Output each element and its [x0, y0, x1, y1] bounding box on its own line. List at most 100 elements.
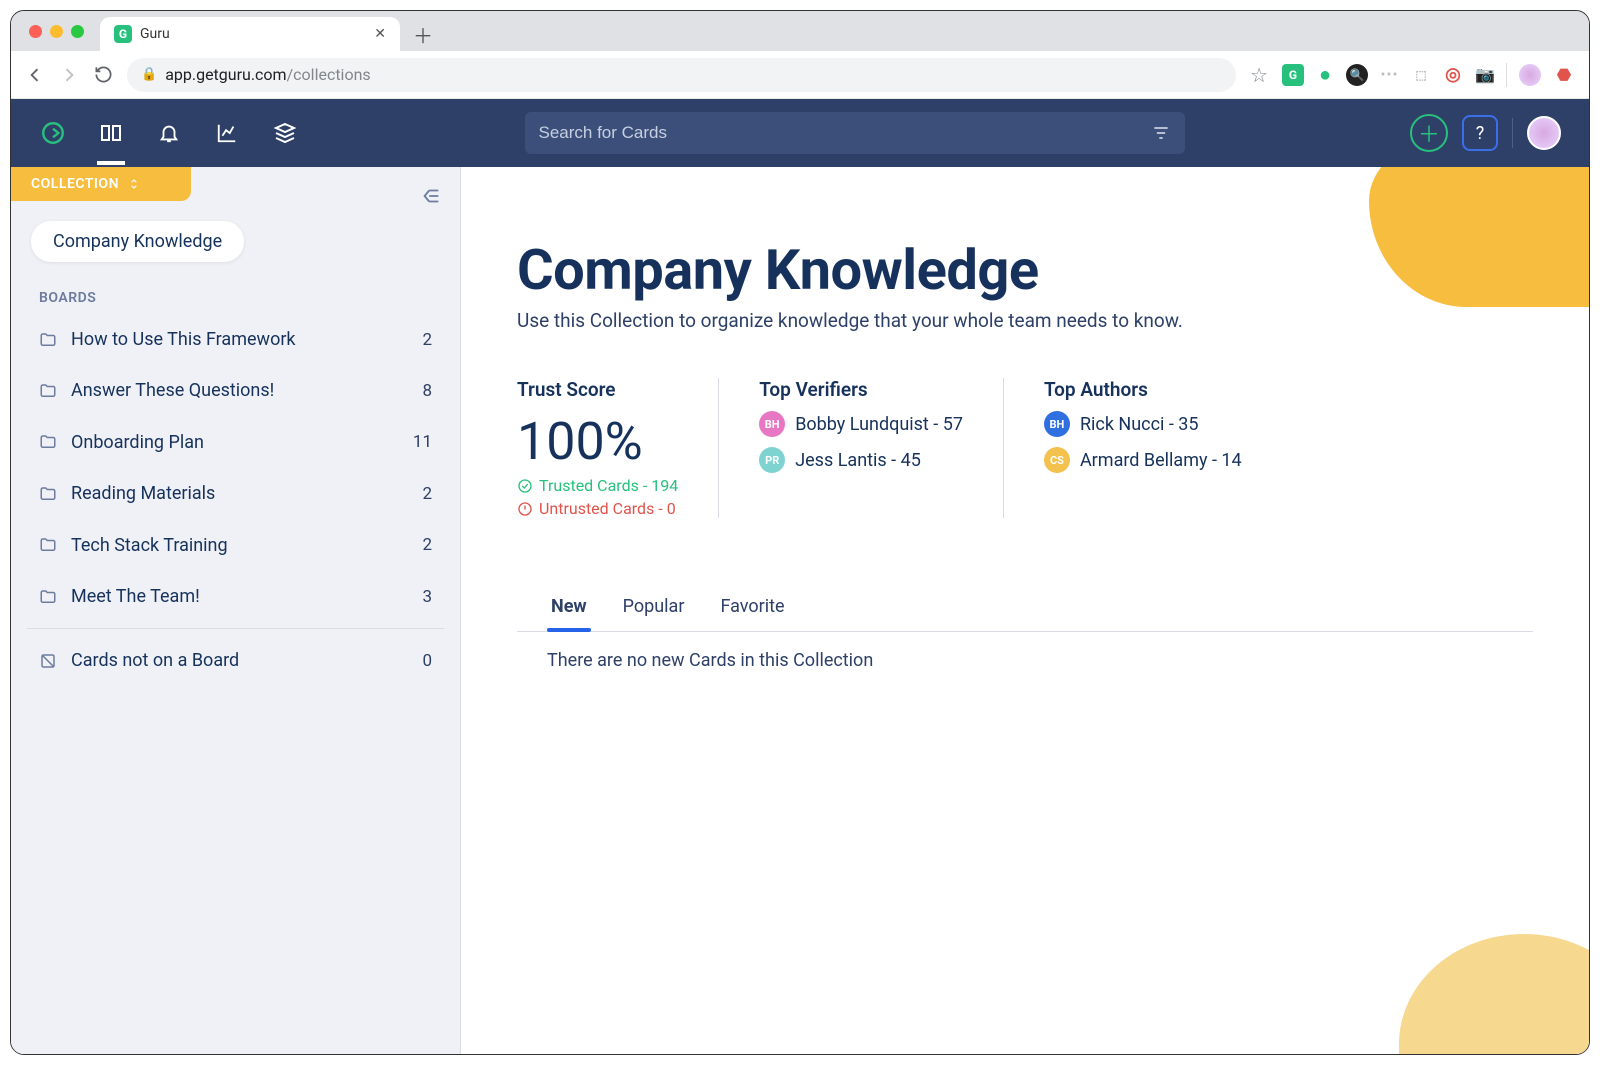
collection-pill[interactable]: Company Knowledge — [31, 221, 244, 262]
person-avatar-icon: PR — [759, 447, 785, 473]
board-label: How to Use This Framework — [71, 328, 408, 351]
board-item[interactable]: Reading Materials 2 — [27, 468, 444, 519]
new-tab-button[interactable]: ＋ — [408, 17, 438, 51]
person-avatar-icon: BH — [1044, 411, 1070, 437]
board-label: Reading Materials — [71, 482, 408, 505]
folder-icon — [39, 331, 57, 349]
untrusted-cards-line: Untrusted Cards - 0 — [517, 499, 678, 518]
ext-shape-icon[interactable]: ⬚ — [1410, 64, 1432, 86]
tab-close-icon[interactable]: ✕ — [374, 26, 386, 42]
bookmark-star-icon[interactable]: ☆ — [1250, 63, 1268, 87]
board-label: Cards not on a Board — [71, 649, 408, 672]
main-panel: Company Knowledge Use this Collection to… — [461, 167, 1589, 1054]
nav-stacks[interactable] — [271, 119, 299, 147]
board-item[interactable]: Meet The Team! 3 — [27, 571, 444, 622]
search-box[interactable] — [525, 112, 1185, 154]
board-count: 8 — [422, 381, 432, 401]
browser-profile-avatar[interactable] — [1517, 62, 1543, 88]
board-label: Meet The Team! — [71, 585, 408, 608]
folder-icon — [39, 536, 57, 554]
ext-spiral-icon[interactable]: ◎ — [1442, 64, 1464, 86]
user-avatar[interactable] — [1527, 116, 1561, 150]
trust-score-block: Trust Score 100% Trusted Cards - 194 Unt… — [517, 378, 718, 518]
unassigned-cards-item[interactable]: Cards not on a Board0 — [27, 635, 444, 686]
boards-section-label: BOARDS — [11, 262, 460, 314]
board-item[interactable]: Onboarding Plan11 — [27, 417, 444, 468]
extension-tray: G ● 🔍 ⋯ ⬚ ◎ 📷 ⬣ — [1282, 62, 1575, 88]
nav-library[interactable] — [97, 119, 125, 147]
window-max-icon[interactable] — [71, 25, 84, 38]
tab-favorite[interactable]: Favorite — [716, 588, 788, 631]
board-item[interactable]: Answer These Questions! 8 — [27, 365, 444, 416]
divider — [1506, 63, 1507, 87]
person-text: Rick Nucci - 35 — [1080, 414, 1199, 435]
guru-logo-icon[interactable] — [39, 119, 67, 147]
folder-icon — [39, 433, 57, 451]
collection-label: COLLECTION — [31, 176, 119, 192]
person-avatar-icon: CS — [1044, 447, 1070, 473]
browser-tab-bar: G Guru ✕ ＋ — [11, 11, 1589, 51]
board-label: Tech Stack Training — [71, 534, 408, 557]
board-item[interactable]: How to Use This Framework 2 — [27, 314, 444, 365]
person-text: Armard Bellamy - 14 — [1080, 450, 1242, 471]
traffic-lights — [21, 11, 92, 51]
board-label: Answer These Questions! — [71, 379, 408, 402]
person-row[interactable]: BH Rick Nucci - 35 — [1044, 411, 1242, 437]
ext-more-icon[interactable]: ⋯ — [1378, 64, 1400, 86]
nav-analytics[interactable] — [213, 119, 241, 147]
search-input[interactable] — [539, 123, 1141, 143]
nav-notifications[interactable] — [155, 119, 183, 147]
url-text: app.getguru.com/collections — [165, 65, 370, 84]
board-count: 11 — [413, 432, 432, 452]
empty-state-message: There are no new Cards in this Collectio… — [517, 632, 1533, 689]
create-button[interactable]: ＋ — [1410, 114, 1448, 152]
browser-tab[interactable]: G Guru ✕ — [100, 17, 400, 51]
trusted-cards-line: Trusted Cards - 194 — [517, 476, 678, 495]
window-min-icon[interactable] — [50, 25, 63, 38]
top-authors-block: Top Authors BH Rick Nucci - 35 CS Armard Be… — [1003, 378, 1282, 518]
divider — [27, 628, 444, 629]
trust-score-value: 100% — [517, 411, 678, 472]
board-count: 2 — [422, 484, 432, 504]
guru-favicon-icon: G — [114, 25, 132, 43]
board-count: 2 — [422, 535, 432, 555]
ext-chat-icon[interactable]: ● — [1314, 64, 1336, 86]
folder-icon — [39, 382, 57, 400]
collection-header[interactable]: COLLECTION — [11, 167, 191, 201]
window-close-icon[interactable] — [29, 25, 42, 38]
top-authors-label: Top Authors — [1044, 378, 1242, 401]
ext-search-icon[interactable]: 🔍 — [1346, 64, 1368, 86]
folder-icon — [39, 485, 57, 503]
cards-icon — [39, 652, 57, 670]
person-text: Jess Lantis - 45 — [795, 450, 921, 471]
board-count: 2 — [422, 330, 432, 350]
ext-shield-icon[interactable]: ⬣ — [1553, 64, 1575, 86]
collapse-sidebar-button[interactable] — [420, 167, 460, 207]
url-bar[interactable]: 🔒 app.getguru.com/collections — [127, 58, 1236, 92]
tab-new[interactable]: New — [547, 588, 591, 631]
board-count: 3 — [422, 587, 432, 607]
lock-icon: 🔒 — [141, 67, 157, 82]
filter-icon[interactable] — [1151, 123, 1171, 143]
person-row[interactable]: PR Jess Lantis - 45 — [759, 447, 963, 473]
tab-popular[interactable]: Popular — [619, 588, 689, 631]
help-button[interactable]: ? — [1462, 115, 1498, 151]
sidebar: COLLECTION Company Knowledge BOARDS How … — [11, 167, 461, 1054]
check-circle-icon — [517, 478, 533, 494]
trust-score-label: Trust Score — [517, 378, 678, 401]
board-item[interactable]: Tech Stack Training 2 — [27, 520, 444, 571]
top-verifiers-block: Top Verifiers BHBobby Lundquist - 57PRJe… — [718, 378, 1003, 518]
reload-button[interactable] — [93, 65, 113, 85]
card-tabs: New Popular Favorite — [517, 588, 1533, 632]
person-text: Bobby Lundquist - 57 — [795, 414, 963, 435]
chevron-updown-icon — [127, 177, 141, 191]
ext-camera-icon[interactable]: 📷 — [1474, 64, 1496, 86]
person-row[interactable]: BHBobby Lundquist - 57 — [759, 411, 963, 437]
forward-button[interactable] — [59, 65, 79, 85]
browser-nav-bar: 🔒 app.getguru.com/collections ☆ G ● 🔍 ⋯ … — [11, 51, 1589, 99]
ext-guru-icon[interactable]: G — [1282, 64, 1304, 86]
app-header: ＋ ? — [11, 99, 1589, 167]
person-row[interactable]: CS Armard Bellamy - 14 — [1044, 447, 1242, 473]
folder-icon — [39, 588, 57, 606]
back-button[interactable] — [25, 65, 45, 85]
